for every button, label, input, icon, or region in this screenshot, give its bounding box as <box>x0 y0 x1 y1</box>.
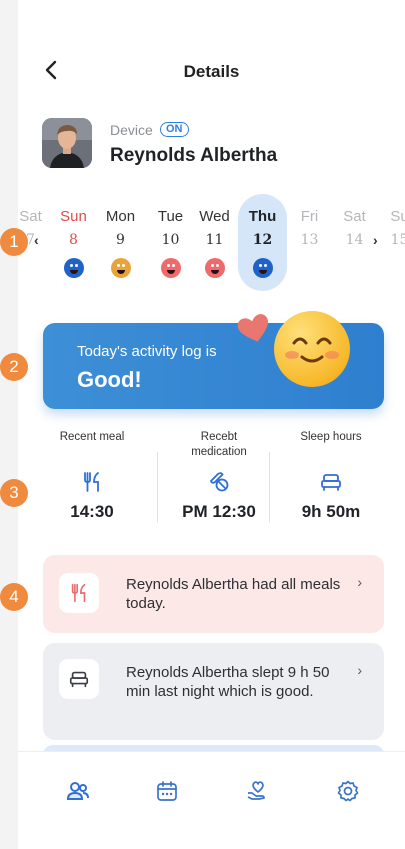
bottom-tab-bar <box>18 751 405 849</box>
calendar-day[interactable]: Sat 14 <box>330 208 379 250</box>
users-icon <box>66 782 89 800</box>
chevron-right-icon: › <box>357 574 362 590</box>
calendar-day[interactable]: Su 15 <box>375 208 405 250</box>
banner-subtitle: Today's activity log is <box>77 343 217 360</box>
day-number: 10 <box>161 232 180 248</box>
stat-label: Recebt medication <box>191 431 247 458</box>
day-number: 8 <box>69 232 78 248</box>
heart-hand-icon <box>247 781 265 800</box>
step-badge-2: 2 <box>0 353 28 381</box>
day-name: Fri <box>300 208 319 225</box>
day-number: 14 <box>345 232 364 248</box>
banner-status: Good! <box>77 367 142 392</box>
calendar-day[interactable]: Mon 9 <box>96 208 145 278</box>
heart-icon <box>237 314 269 342</box>
sleep-summary-card[interactable]: Reynolds Albertha slept 9 h 50 min last … <box>43 643 384 740</box>
day-number: 9 <box>116 232 125 248</box>
day-number: 13 <box>300 232 319 248</box>
step-badge-1: 1 <box>0 228 28 256</box>
stat-sleep-hours[interactable]: Sleep hours 9h 50m <box>271 430 391 522</box>
divider <box>269 452 270 522</box>
app-screen: Details Device ON Reynolds Albertha Sat 7… <box>18 0 405 849</box>
stat-value: PM 12:30 <box>182 502 256 521</box>
stat-value: 14:30 <box>70 502 114 521</box>
calendar-day[interactable]: Tue 10 <box>146 208 195 278</box>
profile-section: Device ON Reynolds Albertha <box>42 118 382 170</box>
day-number: 11 <box>205 232 224 248</box>
calendar-day[interactable]: Sun 8 <box>49 208 98 278</box>
card-text: Reynolds Albertha had all meals today. <box>126 576 341 612</box>
stat-recent-medication[interactable]: Recebt medication PM 12:30 <box>159 430 279 522</box>
calendar-day[interactable]: Wed 11 <box>190 208 239 278</box>
prev-week-arrow-icon[interactable]: ‹ <box>34 232 39 248</box>
day-number: 15 <box>390 232 405 248</box>
stat-label: Recent meal <box>59 431 125 443</box>
day-name: Tue <box>157 208 184 225</box>
day-name: Sun <box>60 208 87 225</box>
calendar-day[interactable]: Fri 13 <box>285 208 334 250</box>
tab-settings[interactable] <box>330 779 366 809</box>
mood-face-icon <box>110 258 131 278</box>
step-badge-4: 4 <box>0 583 28 611</box>
calendar-day[interactable]: Thu 12 <box>238 208 287 278</box>
stat-label: Sleep hours <box>300 431 362 443</box>
stat-recent-meal[interactable]: Recent meal 14:30 <box>32 430 152 522</box>
header: Details <box>18 50 405 94</box>
stat-value: 9h 50m <box>301 502 361 521</box>
mood-face-icon <box>252 258 273 278</box>
profile-name: Reynolds Albertha <box>110 145 278 166</box>
gear-icon <box>337 780 359 802</box>
chevron-right-icon: › <box>357 662 362 678</box>
day-number: 12 <box>252 232 273 248</box>
tab-care[interactable] <box>240 779 276 809</box>
bed-icon <box>69 671 89 688</box>
mood-face-icon <box>63 258 84 278</box>
day-name: Wed <box>199 208 230 225</box>
week-calendar: Sat 7 Sun 8 Mon 9 Tue 10 Wed 11 Thu 12 Fri 13 Sat 14 Su 1… <box>18 194 405 294</box>
utensils-icon <box>84 472 99 492</box>
next-week-arrow-icon[interactable]: › <box>373 232 378 248</box>
mood-face-icon <box>160 258 181 278</box>
page-title: Details <box>183 62 240 81</box>
activity-banner[interactable]: Today's activity log is Good! <box>43 311 384 409</box>
avatar[interactable] <box>42 118 92 168</box>
activity-stats: Recent meal 14:30 Recebt medication PM 1… <box>18 430 405 535</box>
day-name: Mon <box>105 208 136 225</box>
day-name: Sat <box>343 208 366 225</box>
tab-calendar[interactable] <box>149 779 185 809</box>
calendar-icon <box>157 781 177 801</box>
pill-icon <box>209 472 229 492</box>
card-text: Reynolds Albertha slept 9 h 50 min last … <box>126 664 330 700</box>
divider <box>157 452 158 522</box>
device-status-badge: ON <box>160 122 189 137</box>
day-name: Thu <box>248 208 277 225</box>
day-name: Su <box>390 208 405 225</box>
smiley-emoji-icon <box>274 311 350 387</box>
step-badge-3: 3 <box>0 479 28 507</box>
utensils-icon <box>71 583 86 603</box>
device-label: Device <box>110 122 153 138</box>
meal-summary-card[interactable]: Reynolds Albertha had all meals today. › <box>43 555 384 633</box>
bed-icon <box>321 474 341 491</box>
tab-users[interactable] <box>60 779 96 809</box>
mood-face-icon <box>204 258 225 278</box>
